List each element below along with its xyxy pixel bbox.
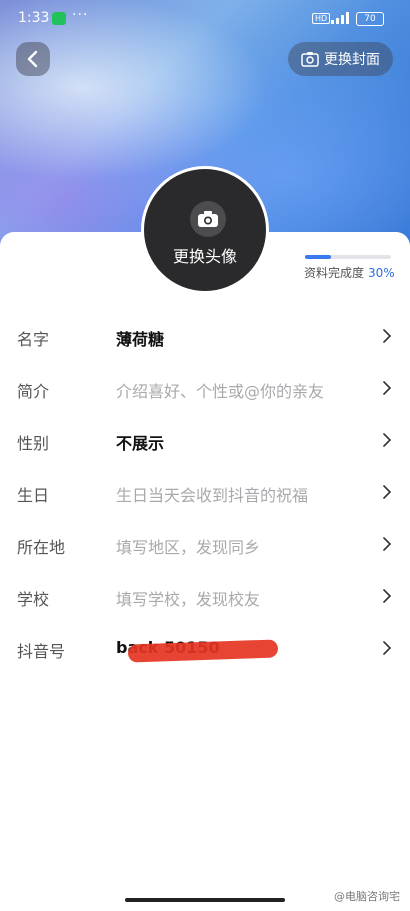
field-row-bio[interactable]: 简介 介绍喜好、个性或@你的亲友 <box>0 362 410 414</box>
field-placeholder: 填写学校，发现校友 <box>116 590 261 609</box>
status-time: 1:33 <box>18 10 50 26</box>
field-placeholder: 填写地区，发现同乡 <box>116 538 261 557</box>
field-label: 抖音号 <box>17 642 66 661</box>
field-label: 所在地 <box>17 538 66 557</box>
field-label: 学校 <box>17 590 50 609</box>
field-value: 薄荷糖 <box>116 330 165 349</box>
chevron-right-icon <box>383 485 392 499</box>
camera-icon <box>301 52 319 67</box>
camera-icon <box>190 201 226 237</box>
chevron-right-icon <box>383 329 392 343</box>
watermark: @电脑咨询宅 <box>334 890 400 903</box>
field-label: 性别 <box>17 434 50 453</box>
field-row-location[interactable]: 所在地 填写地区，发现同乡 <box>0 518 410 570</box>
home-indicator[interactable] <box>125 898 285 902</box>
field-row-name[interactable]: 名字 薄荷糖 <box>0 310 410 362</box>
profile-completion-fill <box>305 255 331 259</box>
field-placeholder: 生日当天会收到抖音的祝福 <box>116 486 309 505</box>
wechat-icon <box>52 12 66 25</box>
profile-fields-list: 名字 薄荷糖 简介 介绍喜好、个性或@你的亲友 性别 不展示 生日 生日当天会收… <box>0 310 410 674</box>
back-button[interactable] <box>16 42 50 76</box>
signal-icon <box>331 12 349 24</box>
profile-completion-label: 资料完成度 <box>304 266 365 280</box>
change-cover-button[interactable]: 更换封面 <box>288 42 393 76</box>
field-value: 不展示 <box>116 434 165 453</box>
profile-completion-text: 资料完成度 30% <box>304 264 395 281</box>
chevron-right-icon <box>383 537 392 551</box>
chevron-right-icon <box>383 641 392 655</box>
change-avatar-label: 更换头像 <box>172 247 237 266</box>
change-cover-label: 更换封面 <box>324 52 380 68</box>
field-label: 名字 <box>17 330 50 349</box>
network-label: HD <box>312 13 331 24</box>
field-label: 生日 <box>17 486 50 505</box>
profile-completion-percent: 30% <box>368 266 395 280</box>
chevron-right-icon <box>383 381 392 395</box>
avatar-button[interactable]: 更换头像 <box>141 166 269 294</box>
field-row-gender[interactable]: 性别 不展示 <box>0 414 410 466</box>
profile-completion-bar <box>305 255 391 259</box>
field-row-birthday[interactable]: 生日 生日当天会收到抖音的祝福 <box>0 466 410 518</box>
battery-icon: 70 <box>356 12 384 26</box>
chevron-left-icon <box>27 50 38 68</box>
status-bar: 1:33 ··· HD 70 <box>0 0 410 36</box>
field-row-school[interactable]: 学校 填写学校，发现校友 <box>0 570 410 622</box>
more-notifications-icon: ··· <box>72 7 89 23</box>
chevron-right-icon <box>383 433 392 447</box>
field-label: 简介 <box>17 382 50 401</box>
field-placeholder: 介绍喜好、个性或@你的亲友 <box>116 382 325 401</box>
chevron-right-icon <box>383 589 392 603</box>
